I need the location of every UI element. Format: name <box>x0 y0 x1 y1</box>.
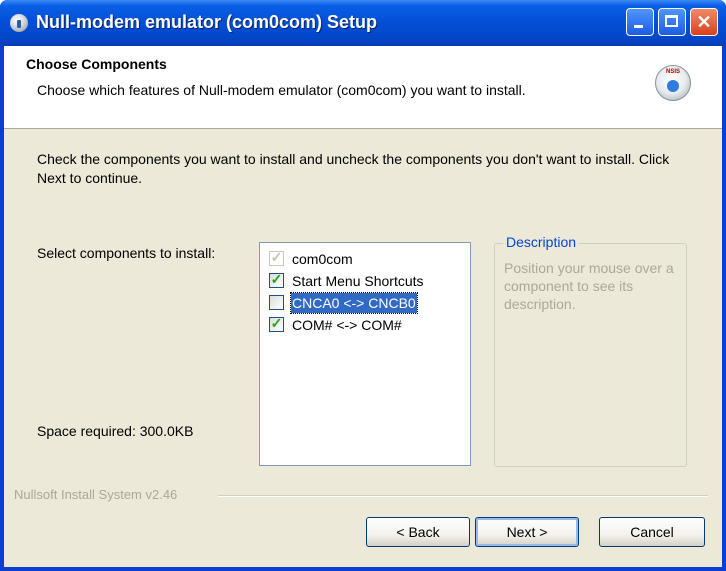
component-label[interactable]: COM# <-> COM# <box>291 315 403 335</box>
checkmark-icon: ✓ <box>270 271 283 287</box>
back-button[interactable]: < Back <box>366 517 470 547</box>
component-checkbox-com0com: ✓ <box>269 249 284 266</box>
nsis-branding: Nullsoft Install System v2.46 <box>14 487 178 502</box>
component-checkbox-com-com[interactable]: ✓ <box>269 315 284 332</box>
component-checkbox-cnca0-cncb0[interactable] <box>269 295 284 310</box>
page-header: Choose Components Choose which features … <box>4 46 722 129</box>
component-label[interactable]: CNCA0 <-> CNCB0 <box>290 292 418 314</box>
dialog-client-area: Choose Components Choose which features … <box>4 46 722 567</box>
component-checkbox-start-menu-shortcuts[interactable]: ✓ <box>269 271 284 288</box>
next-button[interactable]: Next > <box>475 517 579 547</box>
page-title: Choose Components <box>26 56 167 72</box>
space-required-label: Space required: 300.0KB <box>37 423 194 439</box>
minimize-icon <box>634 25 643 28</box>
close-button[interactable]: ✕ <box>690 8 718 36</box>
checkmark-icon: ✓ <box>270 315 283 331</box>
download-arrow-icon <box>667 80 679 92</box>
maximize-button[interactable] <box>658 8 686 36</box>
footer-divider <box>218 495 708 497</box>
checkmark-icon: ✓ <box>270 249 283 265</box>
installer-app-icon <box>10 14 28 32</box>
title-bar[interactable]: Null-modem emulator (com0com) Setup ✕ <box>0 0 726 46</box>
component-label[interactable]: Start Menu Shortcuts <box>291 271 425 291</box>
page-subtitle: Choose which features of Null-modem emul… <box>37 82 526 98</box>
nsis-installer-icon: NSIS <box>655 65 691 101</box>
intro-text: Check the components you want to install… <box>37 151 670 186</box>
description-text: Position your mouse over a component to … <box>504 260 674 312</box>
cancel-button[interactable]: Cancel <box>599 517 705 547</box>
select-components-label: Select components to install: <box>37 245 216 261</box>
window-frame-bottom <box>0 567 726 571</box>
description-title: Description <box>503 234 580 250</box>
components-tree[interactable]: ✓ com0com ✓ Start Menu Shortcuts CNCA0 <… <box>259 242 471 466</box>
setup-window: Null-modem emulator (com0com) Setup ✕ Ch… <box>0 0 726 571</box>
close-icon: ✕ <box>696 12 712 32</box>
maximize-icon <box>665 15 678 27</box>
window-title: Null-modem emulator (com0com) Setup <box>36 12 378 32</box>
minimize-button[interactable] <box>626 8 654 36</box>
component-label: com0com <box>292 251 353 267</box>
nsis-badge-icon: NSIS <box>665 69 680 75</box>
